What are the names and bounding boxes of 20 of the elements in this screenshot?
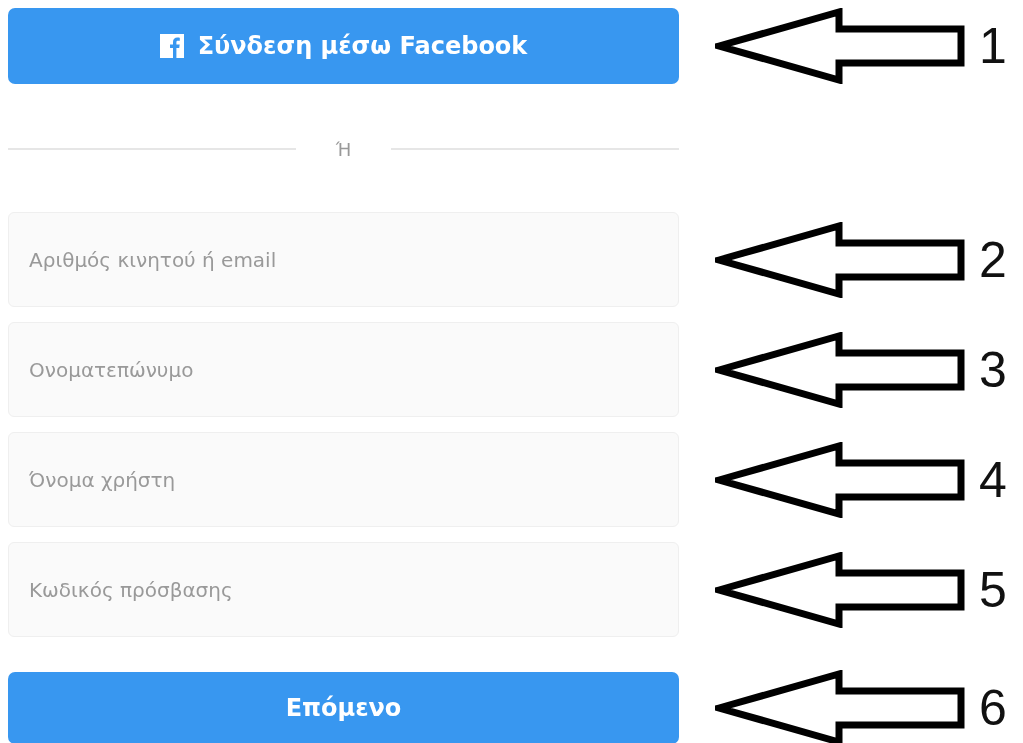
or-text: Ή (334, 138, 353, 160)
arrow-icon (715, 8, 965, 84)
text-field[interactable]: Ονοματεπώνυμο (8, 322, 679, 417)
text-field[interactable]: Αριθμός κινητού ή email (8, 212, 679, 307)
next-button[interactable]: Επόμενο (8, 672, 679, 743)
arrow-icon (715, 331, 965, 408)
annotation-number: 2 (979, 230, 1007, 289)
text-field[interactable]: Όνομα χρήστη (8, 432, 679, 527)
arrow-icon (715, 441, 965, 518)
annotation-number: 5 (979, 560, 1007, 619)
facebook-login-button[interactable]: Σύνδεση μέσω Facebook (8, 8, 679, 84)
arrow-icon (715, 221, 965, 298)
text-field[interactable]: Κωδικός πρόσβασης (8, 542, 679, 637)
annotation-number: 4 (979, 450, 1007, 509)
arrow-icon (715, 670, 965, 743)
annotation-number: 6 (979, 679, 1007, 737)
f-logo-icon (159, 34, 184, 58)
annotation-number: 3 (979, 340, 1007, 399)
annotation-number: 1 (979, 17, 1007, 75)
arrow-icon (715, 551, 965, 628)
